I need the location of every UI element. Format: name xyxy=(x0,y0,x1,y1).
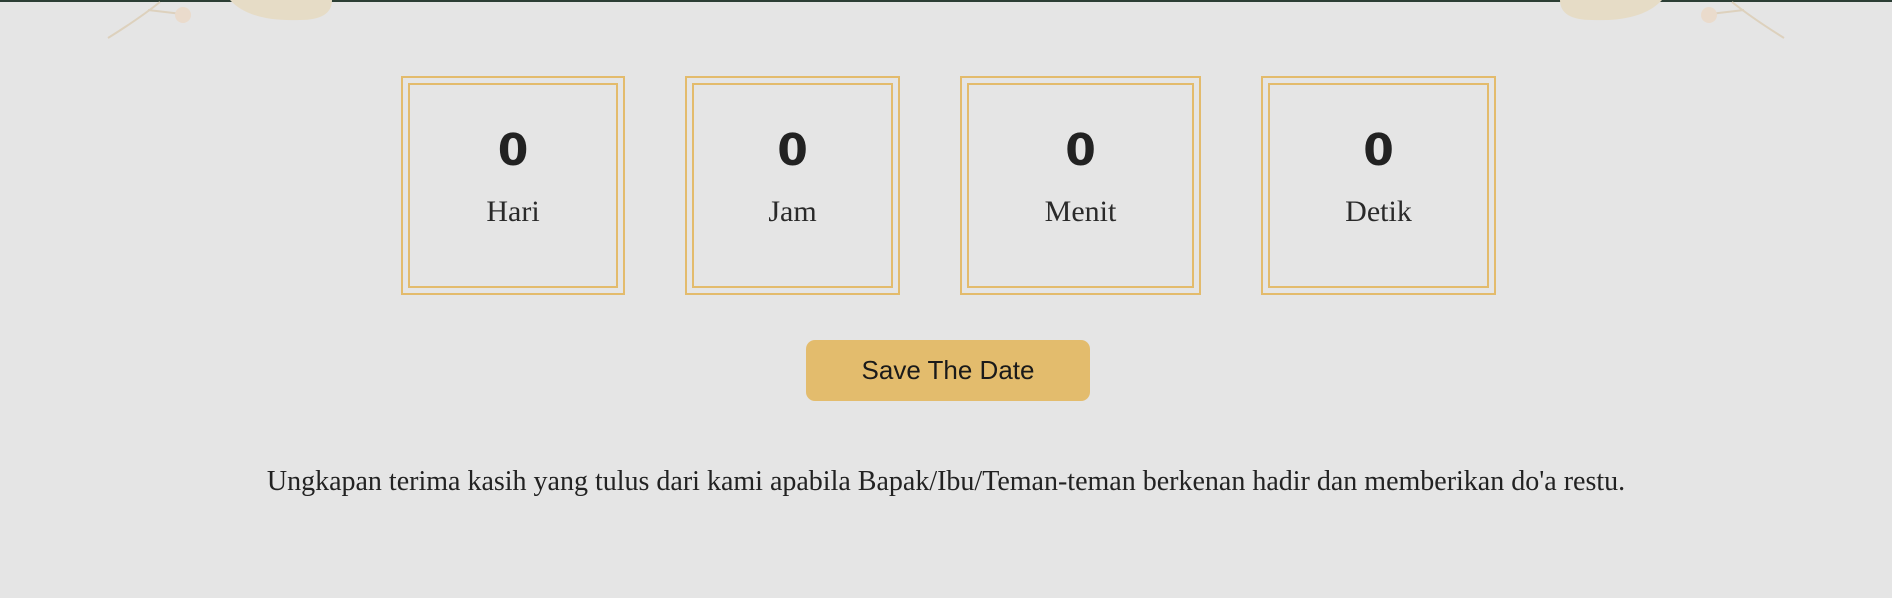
countdown-days: 0 Hari xyxy=(401,76,625,295)
floral-ornament-right xyxy=(1560,0,1785,39)
hours-label: Jam xyxy=(768,194,817,228)
days-label: Hari xyxy=(486,194,540,228)
hours-value: 0 xyxy=(777,124,808,176)
countdown-minutes-inner: 0 Menit xyxy=(967,83,1194,288)
minutes-value: 0 xyxy=(1065,124,1096,176)
countdown-minutes: 0 Menit xyxy=(960,76,1201,295)
save-the-date-button[interactable]: Save The Date xyxy=(806,340,1090,401)
countdown-hours: 0 Jam xyxy=(685,76,900,295)
minutes-label: Menit xyxy=(1044,194,1117,228)
floral-ornament-left xyxy=(107,0,332,39)
countdown-days-inner: 0 Hari xyxy=(408,83,618,288)
countdown-hours-inner: 0 Jam xyxy=(692,83,893,288)
seconds-label: Detik xyxy=(1345,194,1412,228)
thank-you-message: Ungkapan terima kasih yang tulus dari ka… xyxy=(266,466,1626,497)
countdown-timer: 0 Hari 0 Jam 0 Menit 0 Detik xyxy=(0,76,1892,295)
days-value: 0 xyxy=(497,124,529,176)
countdown-seconds: 0 Detik xyxy=(1261,76,1496,295)
countdown-seconds-inner: 0 Detik xyxy=(1268,83,1489,288)
seconds-value: 0 xyxy=(1363,124,1394,176)
